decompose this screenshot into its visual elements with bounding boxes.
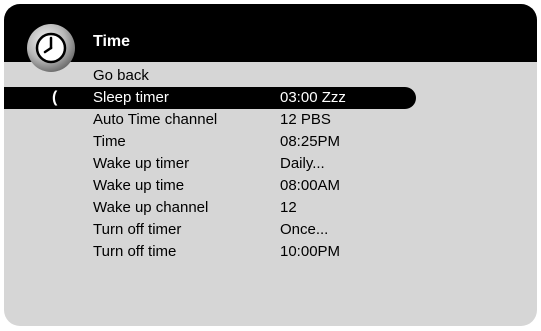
menu-item-label: Auto Time channel [93,111,218,128]
menu-item-value: 08:25PM [280,133,341,150]
menu-item-label: Wake up time [93,177,185,194]
menu-item-sleep-timer[interactable]: ( Sleep timer 03:00 Zzz [4,87,416,109]
menu-item-value: Once... [280,221,329,238]
menu-item-value: 10:00PM [280,243,341,260]
menu-item-wake-up-timer[interactable]: Wake up timer Daily... [4,153,537,175]
menu-item-label: Wake up channel [93,199,209,216]
menu-item-value: Daily... [280,155,325,172]
menu-item-go-back[interactable]: Go back [4,65,537,87]
clock-icon [27,24,75,72]
menu-item-wake-up-time[interactable]: Wake up time 08:00AM [4,175,537,197]
menu-item-turn-off-time[interactable]: Turn off time 10:00PM [4,241,537,263]
menu-item-turn-off-timer[interactable]: Turn off timer Once... [4,219,537,241]
menu-item-label: Go back [93,67,149,84]
menu-item-wake-up-channel[interactable]: Wake up channel 12 [4,197,537,219]
tv-menu-screen: Time Go back ( Sleep timer 03:00 Zzz Aut… [0,0,541,331]
menu-panel: Time Go back ( Sleep timer 03:00 Zzz Aut… [4,4,537,326]
menu-item-label: Turn off timer [93,221,182,238]
menu-item-label: Sleep timer [93,89,169,106]
menu-title: Time [93,33,131,50]
selection-cursor: ( [52,89,58,106]
menu-item-value: 03:00 Zzz [280,89,346,106]
menu-item-value: 08:00AM [280,177,341,194]
menu-list: Go back ( Sleep timer 03:00 Zzz Auto Tim… [4,65,537,263]
menu-item-label: Turn off time [93,243,177,260]
menu-item-label: Wake up timer [93,155,190,172]
menu-header: Time [4,4,537,62]
menu-item-value: 12 [280,199,297,216]
menu-item-value: 12 PBS [280,111,331,128]
menu-item-label: Time [93,133,126,150]
menu-item-auto-time-channel[interactable]: Auto Time channel 12 PBS [4,109,537,131]
menu-item-time[interactable]: Time 08:25PM [4,131,537,153]
